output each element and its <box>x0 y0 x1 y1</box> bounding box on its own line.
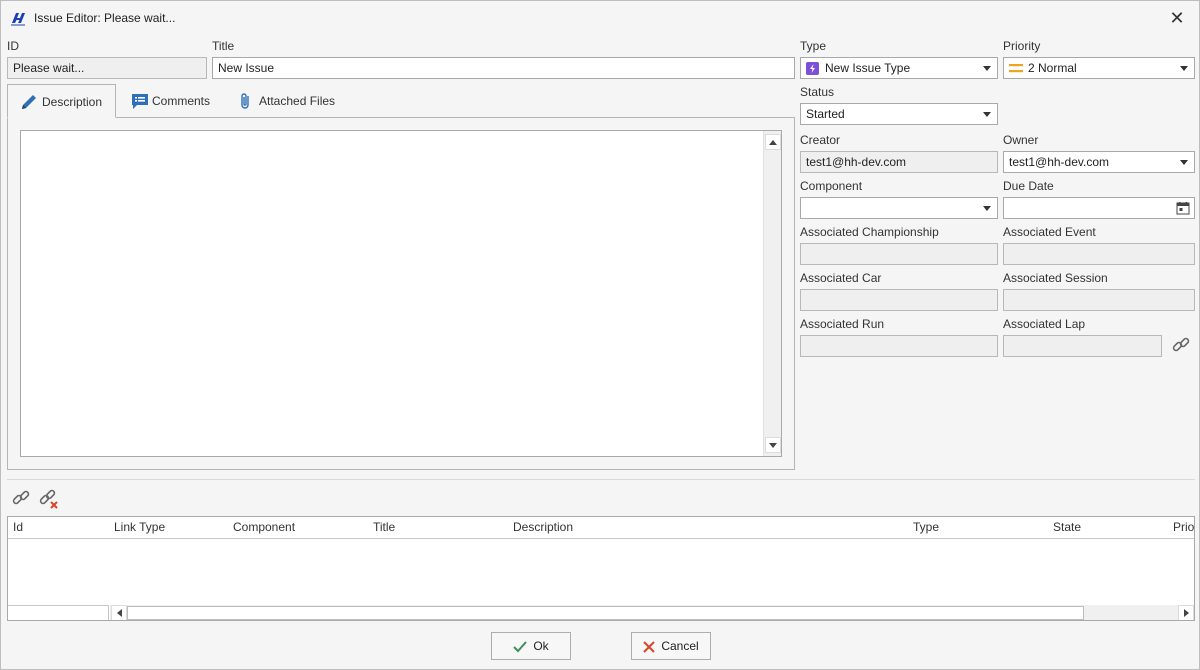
id-field: Please wait... <box>7 57 207 79</box>
scroll-up-button[interactable] <box>765 134 781 150</box>
ok-button-label: Ok <box>533 639 549 653</box>
window-title: Issue Editor: Please wait... <box>34 11 176 25</box>
chevron-down-icon <box>1180 160 1188 165</box>
app-logo-icon <box>11 13 25 26</box>
assoc-car-label: Associated Car <box>800 271 882 285</box>
tab-comments-label: Comments <box>152 94 211 108</box>
pencil-icon <box>22 95 36 109</box>
owner-label: Owner <box>1003 133 1039 147</box>
col-header-link-type[interactable]: Link Type <box>109 517 229 539</box>
checkmark-icon <box>513 641 528 653</box>
title-label: Title <box>212 39 235 53</box>
link-association-icon[interactable] <box>1171 335 1191 355</box>
scroll-down-button[interactable] <box>765 437 781 453</box>
status-label: Status <box>800 85 835 99</box>
col-header-description[interactable]: Description <box>508 517 909 539</box>
grid-horizontal-scrollbar[interactable] <box>110 605 1194 620</box>
assoc-lap-label: Associated Lap <box>1003 317 1086 331</box>
owner-value: test1@hh-dev.com <box>1009 155 1110 169</box>
priority-value: 2 Normal <box>1028 61 1077 75</box>
paperclip-icon <box>241 93 249 109</box>
tab-comments[interactable]: Comments <box>125 84 225 118</box>
type-select[interactable]: New Issue Type <box>800 57 998 79</box>
assoc-championship-field <box>800 243 998 265</box>
scroll-right-button[interactable] <box>1178 605 1194 620</box>
cancel-x-icon <box>643 641 656 653</box>
assoc-run-field <box>800 335 998 357</box>
assoc-run-label: Associated Run <box>800 317 885 331</box>
scroll-left-button[interactable] <box>111 605 127 620</box>
assoc-championship-label: Associated Championship <box>800 225 939 239</box>
arrow-left-icon <box>117 609 122 617</box>
due-date-label: Due Date <box>1003 179 1054 193</box>
priority-select[interactable]: 2 Normal <box>1003 57 1195 79</box>
scroll-thumb[interactable] <box>127 606 1084 620</box>
assoc-event-label: Associated Event <box>1003 225 1096 239</box>
tab-attached-files[interactable]: Attached Files <box>233 84 345 118</box>
type-label: Type <box>800 39 827 53</box>
col-header-state[interactable]: State <box>1048 517 1169 539</box>
tab-description[interactable]: Description <box>7 84 116 118</box>
col-header-id[interactable]: Id <box>8 517 110 539</box>
comments-icon <box>132 94 148 109</box>
due-date-input[interactable] <box>1003 197 1195 219</box>
col-header-component[interactable]: Component <box>228 517 369 539</box>
component-select[interactable] <box>800 197 998 219</box>
issue-editor-window: Issue Editor: Please wait... ✕ ID Please… <box>0 0 1200 670</box>
title-input[interactable]: New Issue <box>212 57 795 79</box>
chevron-down-icon <box>983 112 991 117</box>
add-link-icon[interactable] <box>11 488 31 508</box>
owner-select[interactable]: test1@hh-dev.com <box>1003 151 1195 173</box>
assoc-session-label: Associated Session <box>1003 271 1108 285</box>
cancel-button[interactable]: Cancel <box>631 632 711 660</box>
tab-description-label: Description <box>42 95 103 109</box>
creator-field: test1@hh-dev.com <box>800 151 998 173</box>
assoc-car-field <box>800 289 998 311</box>
status-value: Started <box>806 107 845 121</box>
col-header-priority[interactable]: Prio <box>1168 517 1194 539</box>
col-header-title[interactable]: Title <box>368 517 509 539</box>
description-vertical-scrollbar[interactable] <box>763 131 781 456</box>
arrow-down-icon <box>769 443 777 448</box>
id-label: ID <box>7 39 19 53</box>
links-grid[interactable]: Id Link Type Component Title Description… <box>7 516 1195 621</box>
description-editor[interactable] <box>20 130 782 457</box>
status-select[interactable]: Started <box>800 103 998 125</box>
assoc-lap-field <box>1003 335 1162 357</box>
remove-link-icon[interactable] <box>38 488 60 510</box>
grid-footer-cell <box>8 605 109 620</box>
ok-button[interactable]: Ok <box>491 632 571 660</box>
type-value: New Issue Type <box>825 61 911 75</box>
assoc-event-field <box>1003 243 1195 265</box>
priority-normal-icon <box>1009 64 1023 73</box>
chevron-down-icon <box>983 66 991 71</box>
arrow-right-icon <box>1184 609 1189 617</box>
tab-attached-files-label: Attached Files <box>259 94 336 108</box>
section-divider <box>7 479 1195 480</box>
creator-label: Creator <box>800 133 841 147</box>
component-label: Component <box>800 179 863 193</box>
assoc-session-field <box>1003 289 1195 311</box>
col-header-type[interactable]: Type <box>908 517 1049 539</box>
issue-type-icon <box>806 62 819 75</box>
cancel-button-label: Cancel <box>661 639 699 653</box>
priority-label: Priority <box>1003 39 1041 53</box>
close-button[interactable]: ✕ <box>1165 7 1189 29</box>
chevron-down-icon <box>1180 66 1188 71</box>
arrow-up-icon <box>769 140 777 145</box>
calendar-icon[interactable] <box>1176 201 1190 215</box>
chevron-down-icon <box>983 206 991 211</box>
